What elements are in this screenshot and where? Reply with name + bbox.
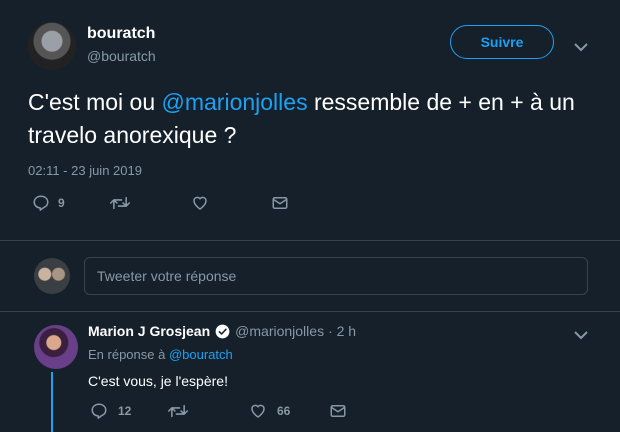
- in-reply-to: En réponse à @bouratch: [88, 347, 233, 362]
- reply-reply-count: 12: [118, 404, 132, 418]
- reply-message-action[interactable]: [329, 402, 347, 420]
- author-handle[interactable]: @bouratch: [87, 48, 156, 64]
- reply-author-avatar[interactable]: [34, 325, 78, 369]
- reply-input-placeholder: Tweeter votre réponse: [97, 268, 237, 284]
- current-user-avatar[interactable]: [34, 258, 70, 294]
- reply-time[interactable]: · 2 h: [328, 323, 356, 339]
- reply-count: 9: [58, 196, 65, 210]
- reply-header: Marion J Grosjean @marionjolles · 2 h: [88, 323, 356, 339]
- reply-retweet-action[interactable]: [168, 402, 188, 420]
- tweet-timestamp[interactable]: 02:11 - 23 juin 2019: [28, 163, 142, 178]
- follow-button-label: Suivre: [480, 34, 524, 50]
- tweet-mention-link[interactable]: @marionjolles: [162, 89, 308, 115]
- reply-input[interactable]: Tweeter votre réponse: [84, 257, 588, 295]
- follow-button[interactable]: Suivre: [450, 25, 554, 59]
- reply-text: C'est vous, je l'espère!: [88, 373, 228, 389]
- reply-action[interactable]: 9: [32, 194, 65, 212]
- divider: [0, 240, 620, 241]
- message-icon: [329, 402, 347, 420]
- tweet-text: C'est moi ou @marionjolles ressemble de …: [28, 86, 593, 152]
- message-icon: [271, 194, 289, 212]
- retweet-icon: [110, 194, 130, 212]
- in-reply-handle-link[interactable]: @bouratch: [169, 347, 233, 362]
- divider: [0, 311, 620, 312]
- like-icon: [191, 194, 209, 212]
- chevron-down-icon[interactable]: [574, 327, 588, 345]
- message-action[interactable]: [271, 194, 289, 212]
- like-action[interactable]: [191, 194, 209, 212]
- reply-icon: [32, 194, 50, 212]
- reply-like-count: 66: [277, 404, 291, 418]
- thread-line: [51, 372, 53, 432]
- author-name[interactable]: bouratch: [87, 25, 155, 43]
- verified-badge-icon: [215, 324, 230, 339]
- reply-like-action[interactable]: 66: [249, 402, 290, 420]
- reply-icon: [90, 402, 108, 420]
- tweet-text-part1: C'est moi ou: [28, 89, 162, 115]
- retweet-action[interactable]: [110, 194, 130, 212]
- reply-reply-action[interactable]: 12: [90, 402, 131, 420]
- reply-author-name[interactable]: Marion J Grosjean: [88, 323, 210, 339]
- in-reply-prefix: En réponse à: [88, 347, 166, 362]
- author-avatar[interactable]: [28, 22, 76, 70]
- chevron-down-icon[interactable]: [574, 39, 588, 57]
- reply-author-handle[interactable]: @marionjolles: [235, 323, 324, 339]
- like-icon: [249, 402, 267, 420]
- retweet-icon: [168, 402, 188, 420]
